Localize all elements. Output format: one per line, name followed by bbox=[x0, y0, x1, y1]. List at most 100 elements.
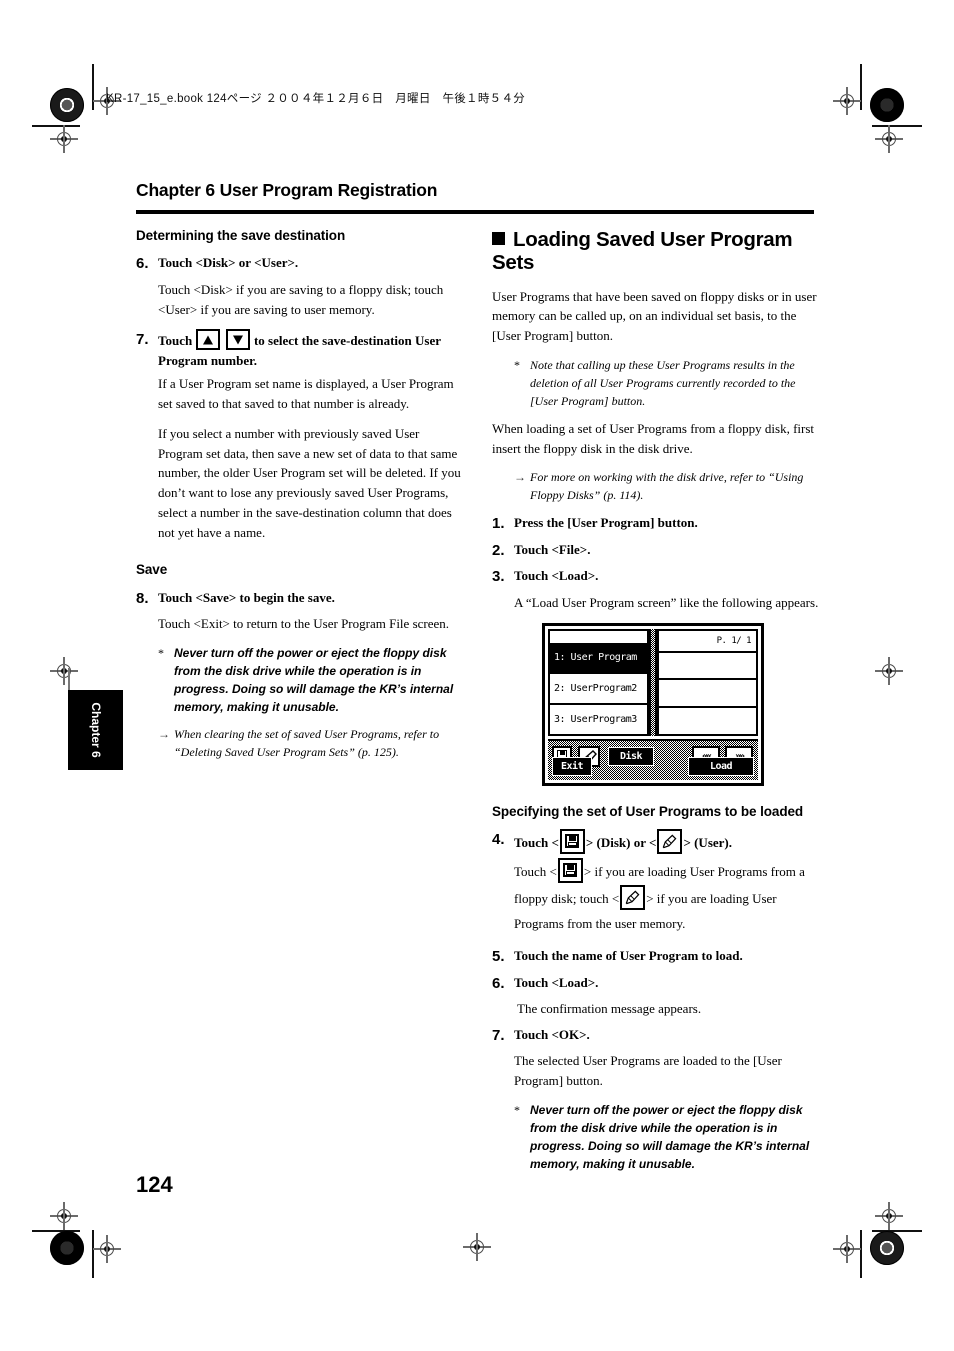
registration-mark-bottom-right bbox=[833, 1235, 861, 1263]
heading-save: Save bbox=[136, 562, 168, 578]
lcd-exit-button[interactable]: Exit bbox=[552, 756, 592, 776]
step-4-right-text-b: > (Disk) or < bbox=[585, 835, 657, 851]
lcd-panel-divider bbox=[649, 628, 657, 736]
step-7-left-body-1: If a User Program set name is displayed,… bbox=[158, 376, 454, 412]
section-heading-loading: Loading Saved User Program Sets bbox=[492, 228, 820, 275]
step-2-right-text: Touch <File>. bbox=[514, 541, 591, 557]
step-6-left-number: 6. bbox=[136, 255, 149, 273]
step-8-left-text: Touch <Save> to begin the save. bbox=[158, 589, 335, 605]
registration-mark-top-right bbox=[833, 87, 861, 115]
down-arrow-key-icon bbox=[225, 329, 251, 352]
pencil-key-icon bbox=[657, 829, 683, 855]
step-3-right-text: Touch <Load>. bbox=[514, 568, 599, 584]
right-column: Loading Saved User Program Sets User Pro… bbox=[492, 228, 820, 1182]
density-patch-bottom-left bbox=[50, 1231, 84, 1265]
left-reference-note: → When clearing the set of saved User Pr… bbox=[158, 725, 464, 761]
step-4-right-text-a: Touch < bbox=[514, 835, 559, 851]
section-heading-loading-label: Loading Saved User Program Sets bbox=[492, 228, 793, 275]
step-1-right-text: Press the [User Program] button. bbox=[514, 515, 698, 531]
step-7-right: 7. Touch <OK>. bbox=[492, 1025, 820, 1048]
step-6-right-body: The confirmation message appears. bbox=[517, 1001, 702, 1017]
page-number: 124 bbox=[136, 1172, 173, 1197]
step-7-left-text: Touch to select the save-destination Use… bbox=[158, 329, 464, 370]
lcd-page-indicator: P. 1/ 1 bbox=[716, 635, 752, 646]
step-8-left: 8. Touch <Save> to begin the save. bbox=[136, 588, 464, 611]
step-3-right-number: 3. bbox=[492, 568, 505, 586]
step-7-left: 7. Touch to select the save-destination … bbox=[136, 329, 464, 370]
step-1-right-number: 1. bbox=[492, 515, 505, 533]
step-6-left-body: Touch <Disk> if you are saving to a flop… bbox=[158, 281, 444, 317]
registration-mark-left-upper bbox=[50, 125, 78, 153]
registration-mark-left-mid bbox=[50, 657, 78, 685]
step-4-right-body-a: Touch < bbox=[514, 864, 557, 880]
left-reference-marker: → bbox=[158, 727, 170, 742]
bullet-square-icon bbox=[492, 232, 505, 245]
file-slug: KR-17_15_e.book 124ページ ２００４年１２月６日 月曜日 午後… bbox=[106, 93, 526, 105]
step-6-left: 6. Touch <Disk> or <User>. bbox=[136, 253, 464, 276]
right-note-1-marker: * bbox=[514, 357, 520, 372]
step-7-right-body: The selected User Programs are loaded to… bbox=[514, 1053, 782, 1089]
lcd-empty-slot[interactable] bbox=[659, 678, 756, 706]
step-7-right-text: Touch <OK>. bbox=[514, 1026, 590, 1042]
right-note-2: → For more on working with the disk driv… bbox=[514, 468, 820, 504]
step-7-left-text-before: Touch bbox=[158, 333, 193, 349]
right-note-2-marker: → bbox=[514, 470, 526, 485]
lcd-screen: 1: User Program 2: UserProgram2 3: UserP… bbox=[542, 622, 764, 786]
step-4-right-body: Touch < > if you are loading User Program… bbox=[514, 858, 820, 936]
lcd-program-list[interactable]: 1: User Program 2: UserProgram2 3: UserP… bbox=[548, 628, 649, 736]
step-6-left-text: Touch <Disk> or <User>. bbox=[158, 255, 299, 271]
step-7-right-number: 7. bbox=[492, 1026, 505, 1044]
step-4-right-text: Touch < > (Disk) or < > (User). bbox=[514, 829, 820, 855]
registration-mark-right-mid bbox=[875, 657, 903, 685]
step-7-left-number: 7. bbox=[136, 331, 149, 349]
lcd-destination-list[interactable]: P. 1/ 1 bbox=[657, 628, 758, 736]
density-patch-top-right bbox=[870, 88, 904, 122]
lcd-empty-slot[interactable] bbox=[659, 706, 756, 734]
right-note-2-text: For more on working with the disk drive,… bbox=[530, 470, 804, 503]
lcd-list-item[interactable]: 1: User Program bbox=[550, 642, 647, 674]
registration-mark-right-upper bbox=[875, 125, 903, 153]
step-2-right-number: 2. bbox=[492, 541, 505, 559]
lcd-load-button[interactable]: Load bbox=[688, 756, 754, 776]
registration-mark-right-lower bbox=[875, 1202, 903, 1230]
left-warning-text: Never turn off the power or eject the fl… bbox=[174, 646, 454, 715]
step-1-right: 1. Press the [User Program] button. bbox=[492, 513, 820, 536]
left-warning-marker: * bbox=[158, 646, 164, 661]
step-6-right-text: Touch <Load>. bbox=[514, 974, 599, 990]
step-8-left-number: 8. bbox=[136, 589, 149, 607]
lcd-list-item[interactable]: 2: UserProgram2 bbox=[550, 674, 647, 705]
heading-specifying-set: Specifying the set of User Programs to b… bbox=[492, 803, 804, 819]
lcd-screen-top: 1: User Program 2: UserProgram2 3: UserP… bbox=[548, 628, 758, 736]
step-6-right-number: 6. bbox=[492, 974, 505, 992]
step-5-right-number: 5. bbox=[492, 948, 505, 966]
right-warning-marker: * bbox=[514, 1102, 520, 1117]
step-4-right-number: 4. bbox=[492, 831, 505, 849]
pencil-key-icon bbox=[620, 884, 646, 910]
lcd-empty-slot[interactable] bbox=[659, 650, 756, 679]
page-title: Chapter 6 User Program Registration bbox=[136, 180, 438, 200]
density-patch-bottom-right bbox=[870, 1231, 904, 1265]
floppy-disk-key-icon bbox=[559, 829, 585, 855]
right-warning-note: * Never turn off the power or eject the … bbox=[514, 1101, 820, 1173]
chapter-side-tab: Chapter 6 bbox=[68, 690, 123, 770]
step-4-right-text-c: > (User). bbox=[683, 835, 732, 851]
step-5-right-text: Touch the name of User Program to load. bbox=[514, 948, 743, 964]
step-3-right-body: A “Load User Program screen” like the fo… bbox=[514, 594, 819, 610]
lcd-disk-button[interactable]: Disk bbox=[608, 746, 654, 766]
step-2-right: 2. Touch <File>. bbox=[492, 540, 820, 563]
step-7-left-body-2: If you select a number with previously s… bbox=[158, 425, 461, 540]
lcd-list-item[interactable]: 3: UserProgram3 bbox=[550, 705, 647, 734]
right-note-1: * Note that calling up these User Progra… bbox=[514, 356, 820, 410]
header-rule bbox=[136, 210, 814, 214]
registration-mark-bottom-center bbox=[463, 1233, 491, 1261]
right-note-1-text: Note that calling up these User Programs… bbox=[530, 357, 796, 408]
chapter-side-tab-label: Chapter 6 bbox=[88, 702, 103, 758]
step-5-right: 5. Touch the name of User Program to loa… bbox=[492, 946, 820, 969]
registration-mark-left-lower bbox=[50, 1202, 78, 1230]
step-4-right: 4. Touch < > (Disk) or < > (User). bbox=[492, 829, 820, 855]
step-8-left-body: Touch <Exit> to return to the User Progr… bbox=[158, 616, 450, 632]
side-tab-rule bbox=[68, 668, 70, 690]
registration-mark-bottom-left bbox=[93, 1235, 121, 1263]
right-warning-text: Never turn off the power or eject the fl… bbox=[530, 1102, 810, 1171]
lcd-screen-figure: 1: User Program 2: UserProgram2 3: UserP… bbox=[542, 622, 764, 786]
